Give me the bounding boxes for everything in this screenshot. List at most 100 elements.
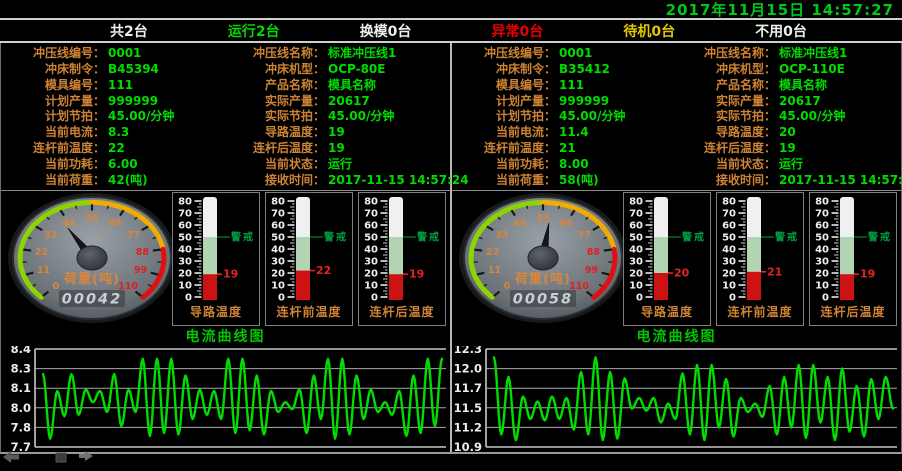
info-label: 冲床制令：	[1, 62, 105, 77]
info-value: 模具名称	[776, 78, 827, 92]
chart-ytick-label: 12.3	[454, 346, 482, 356]
info-value: OCP-110E	[776, 62, 845, 76]
info-row: 冲床机型：OCP-80E	[225, 62, 450, 77]
info-value: 运行	[776, 157, 803, 171]
gauge-tick-label: 44	[62, 218, 76, 229]
thermo-scale-label: 10	[364, 281, 378, 292]
status-item-2: 换模0台	[360, 21, 412, 41]
thermo-scale-label: 20	[271, 269, 285, 280]
forward-arrow-icon[interactable]	[78, 447, 94, 466]
info-row: 冲床制令：B45394	[1, 62, 225, 77]
info-value: 21	[556, 141, 576, 155]
gauge-tick-label: 55	[536, 214, 549, 225]
info-value: 标准冲压线1	[325, 46, 396, 60]
chart-ytick-label: 8.3	[11, 362, 31, 376]
info-label: 连杆后温度：	[676, 141, 776, 156]
thermometer-svg: 80706050403020100警戒20导路温度	[624, 193, 710, 325]
thermo-scale-label: 80	[629, 197, 643, 208]
gauge-lcd-value: 00058	[513, 292, 573, 308]
info-label: 冲床制令：	[452, 62, 556, 77]
chart-ytick-label: 8.0	[11, 401, 31, 415]
info-label: 实际产量：	[225, 94, 325, 109]
info-row: 模具编号：111	[452, 78, 676, 93]
gauge-title: 荷重(吨)	[514, 271, 571, 287]
info-column-1: 冲压线编号：0001冲床制令：B45394模具编号：111计划产量：999999…	[1, 46, 225, 188]
info-row: 当前状态：运行	[225, 157, 450, 172]
info-row: 冲压线名称：标准冲压线1	[676, 46, 901, 61]
info-label: 产品名称：	[225, 78, 325, 93]
thermo-label: 连杆前温度	[276, 304, 341, 319]
info-value: 20617	[776, 94, 821, 108]
info-section: 冲压线编号：0001冲床制令：B35412模具编号：111计划产量：999999…	[452, 43, 901, 191]
thermo-value: 19	[409, 268, 424, 281]
info-value: 19	[325, 125, 345, 139]
thermo-fill	[203, 274, 217, 300]
info-value: 8.3	[105, 125, 129, 139]
gauge-tick-label: 66	[109, 218, 123, 229]
info-row: 产品名称：模具名称	[225, 78, 450, 93]
thermo-label: 导路温度	[190, 304, 242, 319]
thermo-scale-label: 80	[815, 197, 829, 208]
chart-ytick-label: 11.7	[454, 381, 482, 395]
datetime-text: 2017年11月15日 14:57:27	[666, 1, 894, 19]
thermometer-svg: 80706050403020100警戒21连杆前温度	[717, 193, 803, 325]
info-row: 冲压线编号：0001	[1, 46, 225, 61]
thermo-scale-label: 40	[271, 245, 285, 256]
thermometer-导路温度: 80706050403020100警戒20导路温度	[623, 192, 711, 326]
thermo-value: 19	[223, 268, 238, 281]
thermometer-连杆前温度: 80706050403020100警戒21连杆前温度	[716, 192, 804, 326]
thermo-scale-label: 80	[364, 197, 378, 208]
thermo-scale-label: 70	[364, 209, 378, 220]
info-row: 当前荷重：58(吨)	[452, 173, 676, 188]
status-bar: 共2台运行2台换模0台异常0台待机0台不用0台	[0, 20, 902, 43]
info-row: 当前电流：8.3	[1, 125, 225, 140]
info-row: 冲压线编号：0001	[452, 46, 676, 61]
info-label: 当前状态：	[225, 157, 325, 172]
thermo-label: 导路温度	[641, 304, 693, 319]
gauge-tick-label: 0	[53, 281, 60, 292]
thermo-fill	[654, 273, 668, 300]
info-value: 2017-11-15 14:57:24	[776, 173, 902, 187]
info-row: 导路温度：19	[225, 125, 450, 140]
chart-ytick-label: 11.2	[454, 420, 482, 434]
thermo-scale-label: 10	[815, 281, 829, 292]
thermo-scale-label: 70	[271, 209, 285, 220]
chart-ytick-label: 8.4	[11, 346, 31, 356]
status-item-1: 运行2台	[228, 21, 280, 41]
thermo-scale-label: 10	[629, 281, 643, 292]
thermo-scale-label: 40	[629, 245, 643, 256]
info-value: 19	[776, 141, 796, 155]
thermo-scale-label: 40	[722, 245, 736, 256]
thermo-scale-label: 80	[722, 197, 736, 208]
info-value: B35412	[556, 62, 610, 76]
thermo-scale-label: 50	[364, 233, 378, 244]
info-value: 111	[556, 78, 584, 92]
info-value: 0001	[105, 46, 141, 60]
gauge-lcd-value: 00042	[62, 292, 122, 308]
current-curve-chart: 8.48.38.18.07.87.7	[1, 346, 450, 452]
chart-ytick-label: 10.9	[454, 440, 482, 452]
info-row: 冲床制令：B35412	[452, 62, 676, 77]
datetime-bar: 2017年11月15日 14:57:27	[0, 0, 902, 20]
info-label: 冲压线编号：	[452, 46, 556, 61]
info-row: 计划节拍：45.00/分钟	[452, 109, 676, 124]
thermo-warn-label: 警戒	[230, 231, 255, 244]
info-value: 20617	[325, 94, 370, 108]
thermo-safe-zone	[296, 237, 310, 271]
main-area: 冲压线编号：0001冲床制令：B45394模具编号：111计划产量：999999…	[0, 43, 902, 454]
info-label: 导路温度：	[676, 125, 776, 140]
chart-ytick-label: 11.5	[454, 401, 482, 415]
info-row: 计划产量：999999	[1, 94, 225, 109]
info-label: 接收时间：	[225, 173, 325, 188]
thermo-scale-label: 20	[722, 269, 736, 280]
info-label: 计划节拍：	[452, 109, 556, 124]
back-arrow-icon[interactable]	[2, 449, 20, 468]
info-row: 连杆后温度：19	[225, 141, 450, 156]
thermo-value: 22	[316, 264, 331, 277]
chart-ytick-label: 8.1	[11, 381, 31, 395]
thermo-value: 21	[767, 265, 782, 278]
page-icon[interactable]	[55, 448, 67, 467]
info-row: 冲压线名称：标准冲压线1	[225, 46, 450, 61]
info-label: 冲压线名称：	[676, 46, 776, 61]
thermo-scale-label: 0	[636, 293, 643, 304]
